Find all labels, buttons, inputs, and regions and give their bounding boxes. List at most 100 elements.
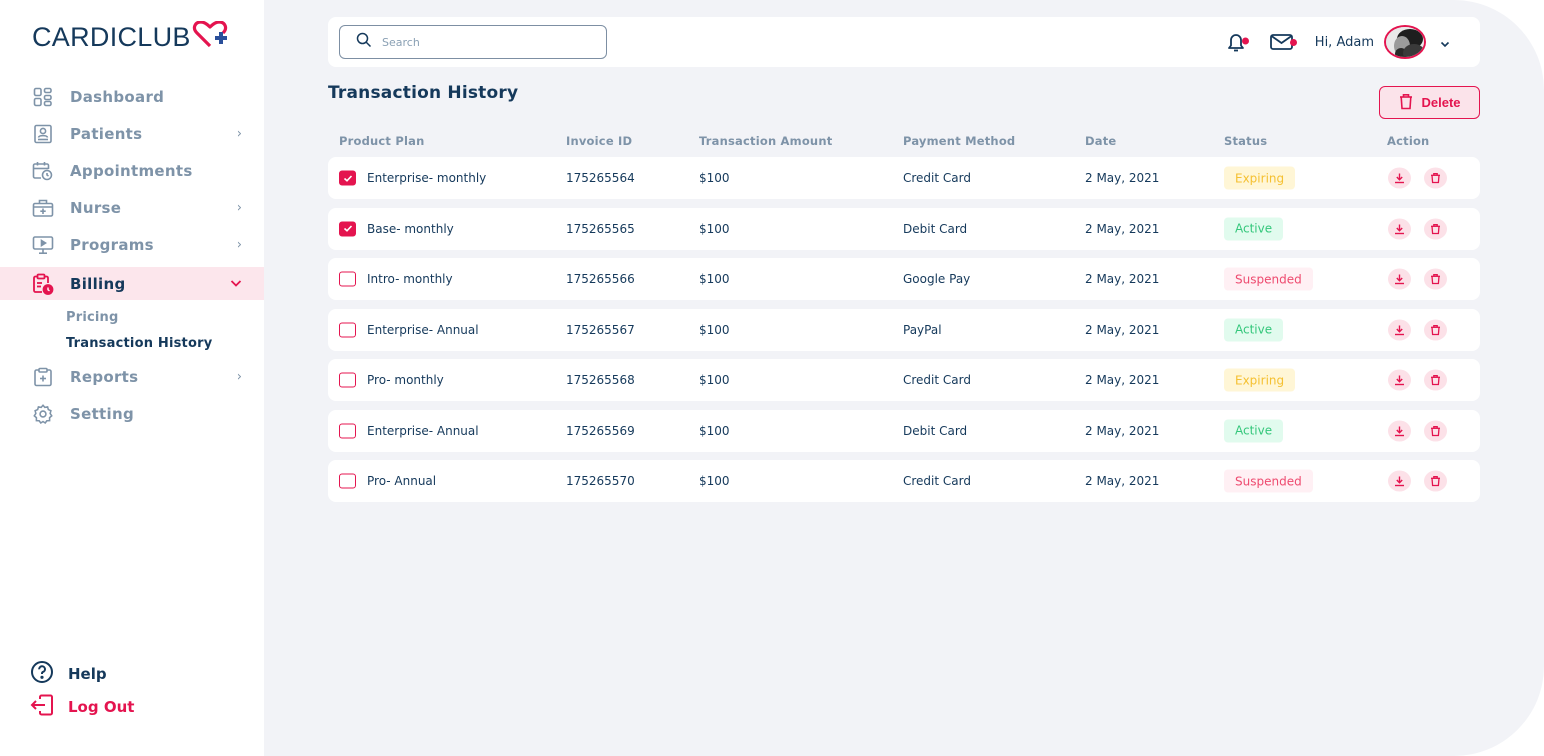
sidebar-item-appointments[interactable]: Appointments — [0, 152, 264, 189]
sidebar-item-label: Dashboard — [70, 87, 165, 106]
sidebar-item-label: Billing — [70, 274, 126, 293]
delete-button[interactable]: Delete — [1379, 86, 1480, 119]
chevron-down-icon — [230, 276, 242, 291]
row-delete-button[interactable] — [1424, 420, 1447, 441]
cell-product-plan: Pro- Annual — [367, 474, 437, 488]
trash-icon — [1431, 375, 1440, 386]
column-header-status[interactable]: Status — [1224, 134, 1267, 148]
cell-product-plan: Base- monthly — [367, 221, 454, 236]
cell-date: 2 May, 2021 — [1085, 423, 1160, 438]
row-checkbox[interactable] — [339, 423, 356, 438]
patient-badge-icon — [32, 123, 54, 145]
trash-icon — [1431, 173, 1440, 184]
cell-transaction-amount: $100 — [699, 373, 730, 387]
sidebar-item-reports[interactable]: Reports › — [0, 358, 264, 395]
medical-kit-icon — [32, 197, 54, 219]
row-checkbox[interactable] — [339, 322, 356, 337]
status-badge: Active — [1224, 217, 1284, 240]
table-header: Product Plan Invoice ID Transaction Amou… — [328, 134, 1480, 152]
cell-product-plan: Pro- monthly — [367, 373, 444, 387]
notification-button[interactable] — [1225, 29, 1251, 55]
cell-date: 2 May, 2021 — [1085, 272, 1160, 286]
chevron-right-icon: › — [236, 126, 242, 141]
sidebar-item-programs[interactable]: Programs › — [0, 226, 264, 263]
cell-invoice-id: 175265566 — [566, 272, 635, 286]
row-delete-button[interactable] — [1424, 167, 1447, 189]
download-button[interactable] — [1388, 218, 1411, 239]
sidebar-item-label: Nurse — [70, 198, 122, 217]
sidebar-item-setting[interactable]: Setting — [0, 395, 264, 432]
sidebar: CARDICLUB Dashboard Patients › Appointme… — [0, 0, 264, 756]
cell-date: 2 May, 2021 — [1085, 171, 1160, 185]
transaction-table-body: Enterprise- monthly 175265564 $100 Credi… — [328, 157, 1480, 511]
row-checkbox[interactable] — [339, 372, 356, 388]
table-row: Intro- monthly 175265566 $100 Google Pay… — [328, 258, 1480, 300]
search-icon — [356, 32, 372, 52]
status-badge: Active — [1224, 318, 1284, 341]
status-badge: Active — [1224, 419, 1284, 442]
cell-transaction-amount: $100 — [699, 423, 730, 438]
row-checkbox[interactable] — [339, 170, 356, 186]
download-button[interactable] — [1388, 167, 1411, 189]
table-row: Enterprise- Annual 175265567 $100 PayPal… — [328, 308, 1480, 351]
cell-transaction-amount: $100 — [699, 221, 730, 236]
cell-date: 2 May, 2021 — [1085, 322, 1160, 337]
status-badge: Expiring — [1224, 166, 1296, 190]
search-box[interactable] — [339, 25, 607, 59]
download-icon — [1395, 325, 1404, 335]
row-delete-button[interactable] — [1424, 369, 1447, 391]
sidebar-subitem-transaction-history[interactable]: Transaction History — [0, 330, 264, 356]
download-button[interactable] — [1388, 268, 1411, 290]
column-header-product-plan[interactable]: Product Plan — [339, 134, 424, 148]
cell-payment-method: PayPal — [903, 322, 942, 337]
status-badge: Suspended — [1224, 469, 1313, 493]
search-input[interactable] — [382, 35, 582, 49]
column-header-date[interactable]: Date — [1085, 134, 1116, 148]
column-header-invoice-id[interactable]: Invoice ID — [566, 134, 632, 148]
chevron-right-icon: › — [236, 369, 242, 384]
row-checkbox[interactable] — [339, 221, 356, 236]
row-delete-button[interactable] — [1424, 218, 1447, 239]
sidebar-subitem-pricing[interactable]: Pricing — [0, 304, 264, 330]
download-button[interactable] — [1388, 420, 1411, 441]
sidebar-item-billing[interactable]: Billing — [0, 267, 264, 300]
download-button[interactable] — [1388, 470, 1411, 492]
logout-link[interactable]: Log Out — [30, 694, 134, 720]
row-delete-button[interactable] — [1424, 268, 1447, 290]
sidebar-item-dashboard[interactable]: Dashboard — [0, 78, 264, 115]
logo[interactable]: CARDICLUB — [32, 19, 230, 53]
row-checkbox[interactable] — [339, 473, 356, 489]
user-avatar[interactable] — [1384, 25, 1426, 59]
download-icon — [1395, 426, 1404, 436]
trash-icon — [1431, 476, 1440, 487]
sidebar-item-label: Reports — [70, 367, 139, 386]
cell-product-plan: Enterprise- Annual — [367, 322, 479, 337]
trash-icon — [1431, 425, 1440, 436]
column-header-payment-method[interactable]: Payment Method — [903, 134, 1015, 148]
sidebar-item-patients[interactable]: Patients › — [0, 115, 264, 152]
mail-button[interactable] — [1269, 29, 1299, 55]
cell-payment-method: Credit Card — [903, 373, 971, 387]
download-button[interactable] — [1388, 319, 1411, 340]
download-button[interactable] — [1388, 369, 1411, 391]
heart-plus-icon — [192, 19, 230, 53]
chevron-right-icon: › — [236, 237, 242, 252]
cell-transaction-amount: $100 — [699, 322, 730, 337]
dashboard-grid-icon — [32, 86, 54, 108]
sidebar-item-nurse[interactable]: Nurse › — [0, 189, 264, 226]
column-header-transaction-amount[interactable]: Transaction Amount — [699, 134, 832, 148]
cell-invoice-id: 175265564 — [566, 171, 635, 185]
sidebar-item-label: Appointments — [70, 161, 193, 180]
bell-icon — [1227, 34, 1249, 52]
trash-icon — [1431, 223, 1440, 234]
logout-label: Log Out — [68, 698, 135, 716]
sidebar-nav: Dashboard Patients › Appointments Nurse … — [0, 78, 264, 432]
cell-payment-method: Credit Card — [903, 474, 971, 488]
help-link[interactable]: Help — [30, 660, 107, 688]
user-menu-chevron-down-icon[interactable] — [1440, 33, 1450, 52]
download-icon — [1395, 224, 1404, 234]
row-delete-button[interactable] — [1424, 319, 1447, 340]
cell-payment-method: Credit Card — [903, 171, 971, 185]
row-checkbox[interactable] — [339, 271, 356, 287]
row-delete-button[interactable] — [1424, 470, 1447, 492]
